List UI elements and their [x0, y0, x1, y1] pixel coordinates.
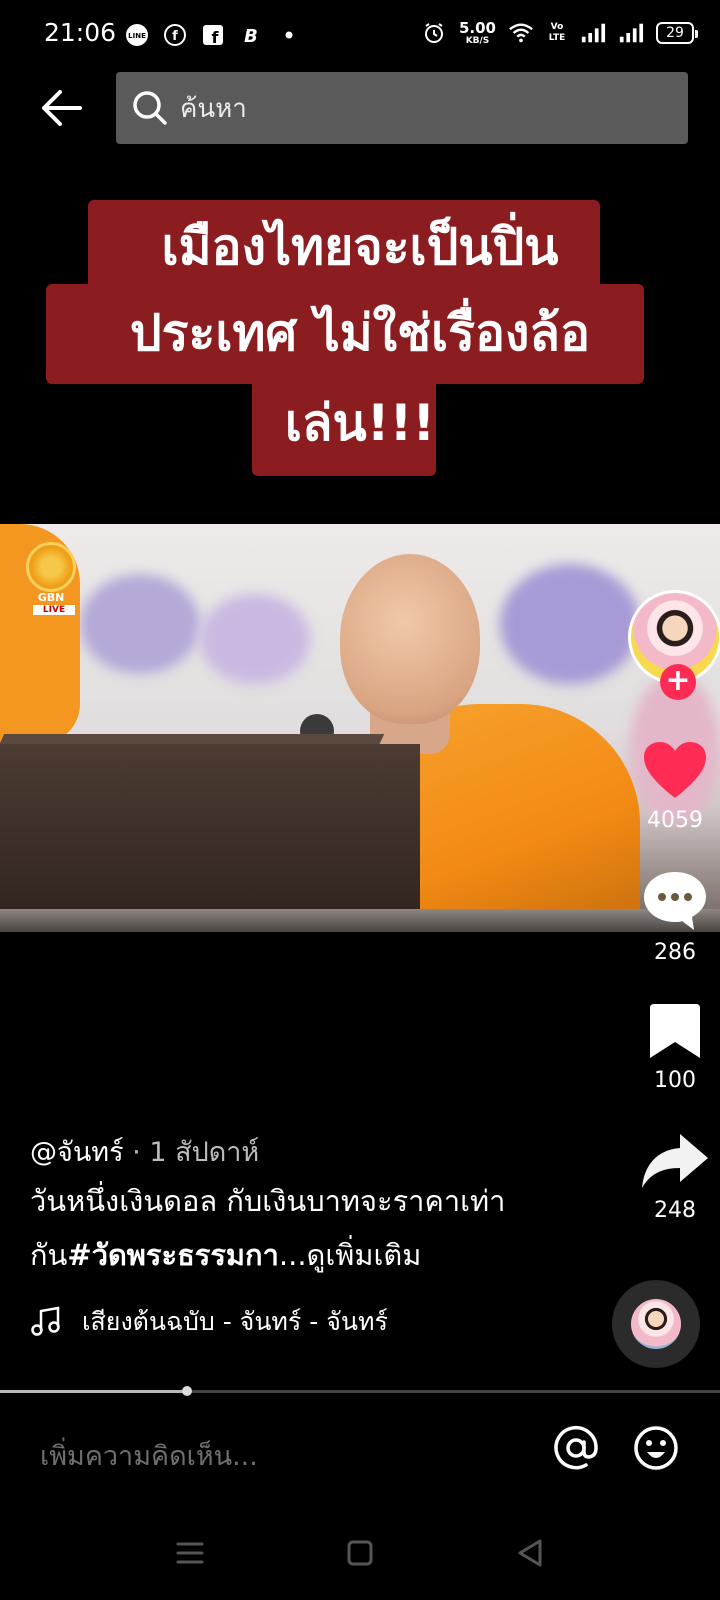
search-input[interactable]: ค้นหา	[116, 72, 688, 144]
sound-row[interactable]: เสียงต้นฉบับ - จันทร์ - จันทร์	[30, 1302, 388, 1342]
svg-text:B: B	[244, 26, 258, 47]
author-handle[interactable]: @จันทร์	[30, 1137, 124, 1168]
back-nav-button[interactable]	[510, 1533, 550, 1573]
comment-button[interactable]: 286	[620, 870, 720, 965]
flowers-right	[500, 564, 640, 684]
alarm-icon	[421, 20, 447, 46]
lectern	[0, 744, 420, 932]
dot-icon	[276, 22, 302, 48]
share-arrow-icon	[642, 1134, 708, 1188]
status-time: 21:06	[44, 18, 117, 47]
facebook-messenger-icon: f	[162, 22, 188, 48]
creator-avatar-button[interactable]: +	[628, 590, 720, 700]
search-placeholder: ค้นหา	[180, 93, 247, 124]
headline-line-1: เมืองไทยจะเป็นปิ่น	[161, 218, 559, 276]
back-button[interactable]	[38, 84, 86, 132]
save-count: 100	[654, 1068, 696, 1093]
video-progress-fill	[0, 1390, 188, 1393]
monk-head	[340, 554, 480, 724]
comment-bar: เพิ่มความคิดเห็น...	[0, 1396, 720, 1506]
emoji-button[interactable]	[632, 1424, 680, 1472]
like-count: 4059	[647, 808, 703, 833]
svg-text:f: f	[212, 28, 220, 47]
video-progress-knob[interactable]	[182, 1386, 193, 1396]
follow-button[interactable]: +	[660, 664, 696, 700]
post-time: · 1 สัปดาห์	[123, 1137, 260, 1168]
share-count: 248	[654, 1198, 696, 1223]
square-icon	[347, 1540, 373, 1566]
facebook-icon: f	[200, 22, 226, 48]
video-progress-bar[interactable]	[0, 1386, 720, 1396]
notification-icons: LINE f f B	[124, 22, 302, 48]
status-right: 5.00 KB/S Vo LTE 29	[421, 18, 698, 46]
back-arrow-icon	[42, 90, 82, 126]
caption-ellipsis: ...	[278, 1238, 307, 1272]
post-author-line[interactable]: @จันทร์ · 1 สัปดาห์	[30, 1130, 259, 1173]
net-speed: 5.00 KB/S	[458, 18, 496, 46]
search-icon	[133, 91, 167, 125]
volte-indicator: Vo LTE	[548, 22, 566, 43]
heart-icon	[644, 742, 706, 798]
music-disc-cover	[631, 1299, 681, 1349]
signal-icon	[580, 20, 606, 46]
post-caption[interactable]: วันหนึ่งเงินดอล กับเงินบาทจะราคาเท่ากัน#…	[30, 1174, 590, 1282]
b-icon: B	[238, 22, 264, 48]
comment-count: 286	[654, 940, 696, 965]
video-player[interactable]: GBN LIVE	[0, 524, 720, 932]
gbn-logo-live: LIVE	[33, 605, 75, 615]
save-button[interactable]: 100	[620, 1002, 720, 1093]
smiley-icon	[634, 1426, 678, 1470]
like-button[interactable]: 4059	[620, 740, 720, 833]
wifi-icon	[508, 20, 534, 46]
flowers-left	[80, 574, 200, 674]
mention-button[interactable]	[552, 1424, 600, 1472]
headline-line-2: ประเทศ ไม่ใช่เรื่องล้อ	[129, 304, 591, 362]
gbn-logo-text: GBN	[37, 591, 65, 604]
gbn-logo: GBN LIVE	[26, 542, 82, 622]
signal-icon-2	[618, 20, 644, 46]
battery-indicator: 29	[656, 22, 698, 44]
share-button[interactable]: 248	[620, 1132, 720, 1223]
menu-nav-button[interactable]	[170, 1533, 210, 1573]
home-nav-button[interactable]	[340, 1533, 380, 1573]
triangle-back-icon	[518, 1539, 542, 1567]
svg-text:f: f	[172, 29, 178, 44]
music-note-icon	[31, 1306, 60, 1336]
music-disc-button[interactable]	[612, 1280, 700, 1368]
caption-hashtag[interactable]: #วัดพระธรรมกา	[67, 1238, 279, 1272]
video-headline: เมืองไทยจะเป็นปิ่น ประเทศ ไม่ใช่เรื่องล้…	[0, 200, 720, 480]
see-more-link[interactable]: ดูเพิ่มเติม	[307, 1238, 422, 1272]
video-bottom-strip	[0, 909, 720, 932]
sound-label: เสียงต้นฉบับ - จันทร์ - จันทร์	[82, 1307, 388, 1336]
menu-icon	[176, 1542, 204, 1564]
svg-text:LINE: LINE	[128, 32, 146, 40]
gbn-logo-emblem	[26, 542, 76, 592]
comment-icon	[644, 872, 706, 930]
line-icon: LINE	[124, 22, 150, 48]
at-sign-icon	[554, 1425, 598, 1470]
system-nav-bar	[0, 1506, 720, 1600]
status-bar: 21:06 LINE f f B 5.00 KB/S Vo LTE 29	[0, 0, 720, 70]
comment-input[interactable]: เพิ่มความคิดเห็น...	[40, 1434, 258, 1477]
flowers-mid	[200, 594, 310, 684]
headline-line-3: เล่น!!!	[284, 394, 436, 452]
bookmark-icon	[650, 1004, 700, 1058]
